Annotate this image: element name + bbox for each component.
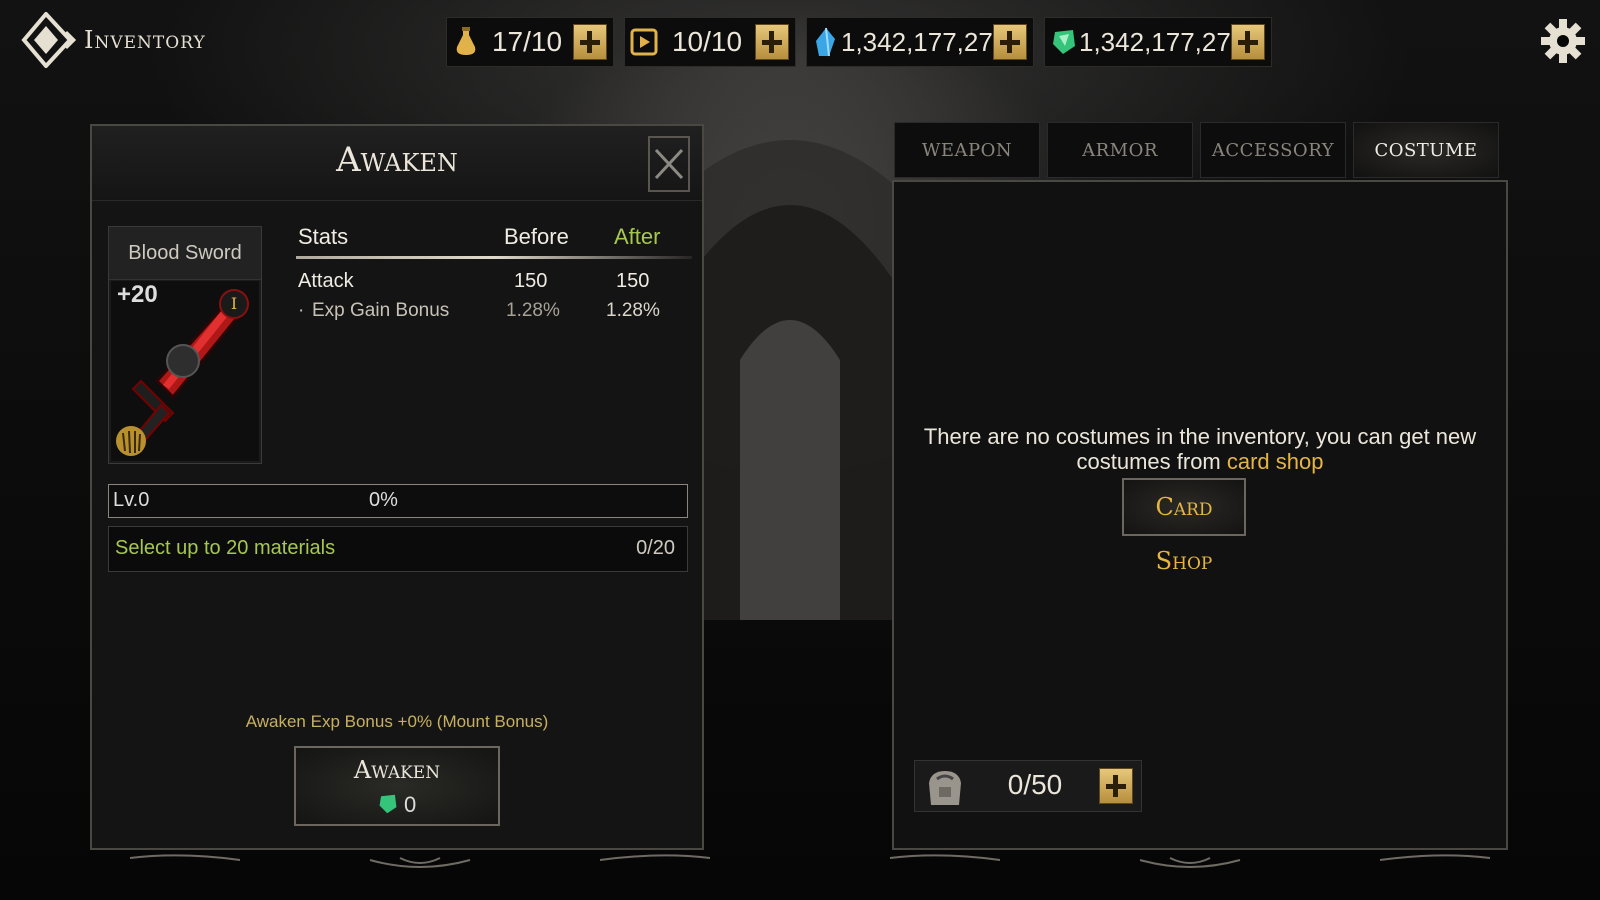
add-stamina-button[interactable] — [573, 24, 607, 60]
inventory-slot-bar: 0/50 — [914, 760, 1142, 812]
stat-after-exp-bonus: 1.28% — [606, 300, 660, 321]
settings-gear-icon[interactable] — [1540, 18, 1586, 64]
close-icon — [654, 148, 684, 180]
tab-weapon[interactable]: WEAPON — [894, 122, 1040, 178]
resource-value: 10/10 — [671, 26, 743, 57]
stats-header-after: After — [614, 224, 661, 249]
bag-icon — [923, 767, 967, 811]
awaken-button-label: Awaken — [353, 756, 441, 784]
awaken-level-bar: Lv.0 0% — [108, 484, 688, 518]
green-gem-icon — [1049, 27, 1079, 57]
ticket-icon — [629, 27, 659, 57]
awaken-bonus-text: Awaken Exp Bonus +0% (Mount Bonus) — [245, 712, 549, 731]
stats-header-before: Before — [504, 224, 569, 249]
resource-stamina: 17/10 — [446, 17, 614, 67]
awaken-panel-header: Awaken — [92, 126, 702, 201]
inventory-slot-count: 0/50 — [1007, 769, 1063, 800]
resource-value: 17/10 — [491, 26, 563, 57]
awaken-level-label: Lv.0 — [113, 489, 150, 511]
resource-value: 1,342,177,279 — [841, 26, 993, 57]
item-enhance-level: +20 — [117, 281, 158, 308]
expand-slots-button[interactable] — [1099, 768, 1133, 804]
inventory-diamond-icon — [21, 12, 77, 68]
stat-sub-bullet-icon: · — [298, 300, 305, 321]
empty-message-line-2: costumes from — [1076, 449, 1227, 474]
stat-before-attack: 150 — [514, 270, 548, 292]
card-shop-button[interactable]: Card Shop — [1122, 478, 1246, 575]
add-crystal-button[interactable] — [993, 24, 1027, 60]
material-select-label: Select up to 20 materials — [115, 537, 336, 559]
awaken-level-percent: 0% — [369, 489, 398, 511]
close-button[interactable] — [648, 136, 690, 192]
awaken-button[interactable]: Awaken 0 — [294, 746, 500, 826]
resource-crystal: 1,342,177,279 — [806, 17, 1034, 67]
awaken-cost: 0 — [296, 792, 498, 818]
blue-crystal-icon — [811, 27, 841, 57]
inventory-panel: There are no costumes in the inventory, … — [892, 180, 1508, 850]
empty-message-line-1: There are no costumes in the inventory, … — [923, 424, 1477, 449]
resource-ticket: 10/10 — [624, 17, 796, 67]
tab-accessory[interactable]: ACCESSORY — [1200, 122, 1346, 178]
stat-name-exp-bonus: Exp Gain Bonus — [312, 300, 450, 321]
page-title: Inventory — [84, 26, 206, 54]
green-gem-icon — [379, 794, 397, 814]
awaken-panel: Awaken Blood Sword +20 I Stats Before Af… — [90, 124, 704, 850]
stats-divider — [296, 256, 692, 259]
stats-header-label: Stats — [298, 224, 349, 249]
resource-value: 1,342,177,279 — [1079, 26, 1231, 57]
stat-after-attack: 150 — [616, 270, 650, 292]
material-count: 0/20 — [636, 537, 675, 559]
add-ticket-button[interactable] — [755, 24, 789, 60]
app-title-area: Inventory — [20, 12, 206, 68]
panel-ornament — [129, 854, 711, 868]
item-image: +20 I — [111, 281, 259, 461]
stamina-potion-icon — [451, 27, 481, 57]
panel-ornament — [889, 854, 1491, 868]
material-select-bar[interactable]: Select up to 20 materials 0/20 — [108, 526, 688, 572]
item-name: Blood Sword — [109, 227, 261, 280]
stat-before-exp-bonus: 1.28% — [506, 300, 560, 321]
tab-armor[interactable]: ARMOR — [1047, 122, 1193, 178]
empty-inventory-message: There are no costumes in the inventory, … — [894, 424, 1506, 474]
tab-costume[interactable]: COSTUME — [1353, 122, 1499, 178]
awaken-panel-title: Awaken — [336, 140, 458, 180]
item-card[interactable]: Blood Sword +20 I — [108, 226, 262, 464]
add-gem-button[interactable] — [1231, 24, 1265, 60]
card-shop-link[interactable]: card shop — [1227, 449, 1324, 474]
stat-name-attack: Attack — [298, 270, 354, 292]
item-tier-badge: I — [219, 289, 249, 319]
awaken-cost-value: 0 — [403, 792, 417, 817]
resource-gem: 1,342,177,279 — [1044, 17, 1272, 67]
